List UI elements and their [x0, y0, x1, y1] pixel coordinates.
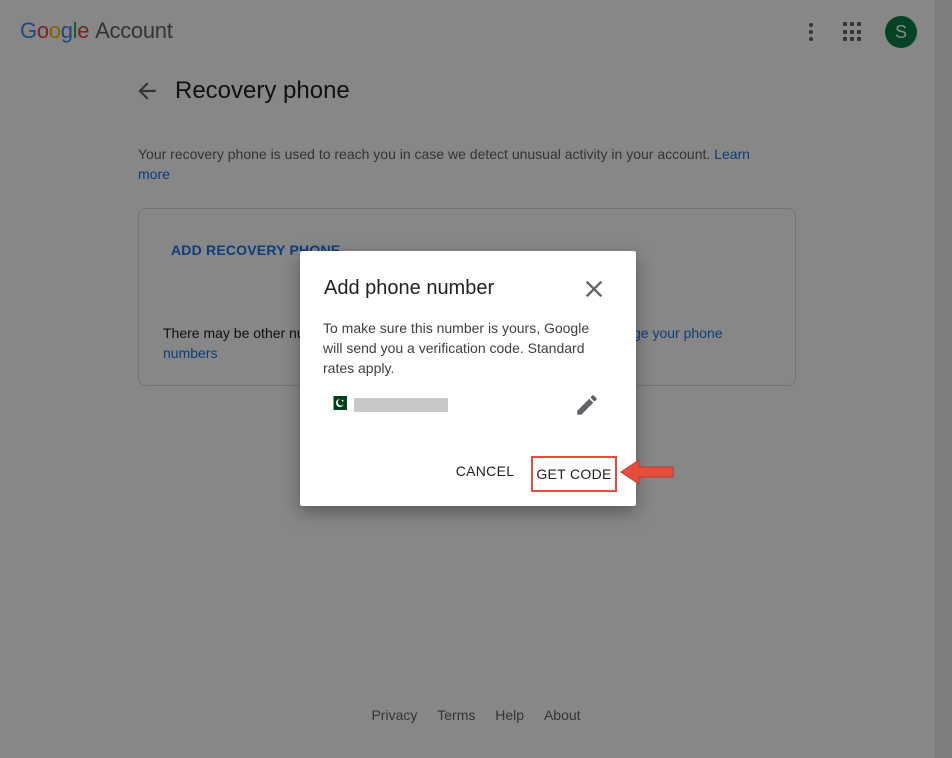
dialog-title: Add phone number	[324, 277, 495, 299]
phone-number-redacted	[354, 398, 448, 412]
dialog-body: To make sure this number is yours, Googl…	[323, 320, 590, 376]
cancel-button[interactable]: CANCEL	[450, 459, 520, 483]
edit-pencil-icon[interactable]	[574, 392, 600, 418]
pakistan-flag-icon[interactable]	[329, 396, 347, 410]
add-phone-dialog: Add phone number To make sure this numbe…	[300, 251, 636, 506]
get-code-button[interactable]: GET CODE	[531, 456, 617, 492]
red-pointer-arrow-icon	[619, 456, 675, 490]
close-icon[interactable]	[580, 275, 608, 303]
page: Google Account S Recovery phone Your reco…	[0, 0, 952, 758]
